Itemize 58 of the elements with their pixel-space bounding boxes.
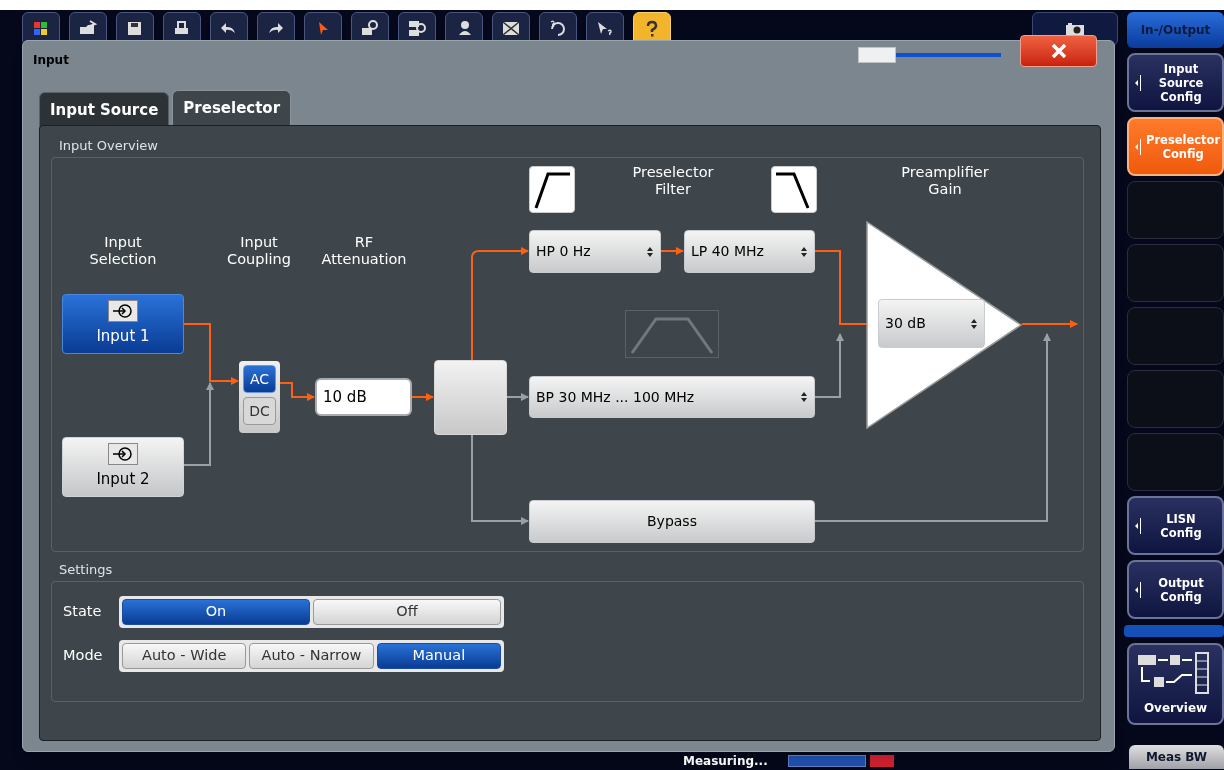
option-button[interactable]: Manual [376, 643, 501, 669]
spinner-arrows-icon [646, 245, 654, 258]
slider-thumb[interactable] [858, 47, 896, 63]
rotate-icon [548, 19, 568, 39]
camera-icon [1065, 22, 1085, 36]
signal-connector [279, 382, 315, 401]
input-port-icon [108, 443, 138, 466]
overview-button[interactable]: Overview [1127, 643, 1224, 725]
option-button[interactable]: Auto - Wide [122, 643, 247, 669]
status-message: Measuring... [683, 753, 768, 770]
menu-title: In-/Output [1127, 12, 1224, 48]
softkey[interactable]: LISN Config [1127, 496, 1224, 555]
gain-dropdown[interactable]: 30 dB [878, 299, 985, 348]
coupling-option[interactable]: DC [243, 397, 276, 425]
bandpass-icon [625, 310, 719, 358]
filter-dropdown[interactable]: BP 30 MHz ... 100 MHz [529, 376, 815, 418]
arrow-icon [1134, 72, 1142, 93]
close-icon [1050, 44, 1067, 58]
close-button[interactable] [1020, 35, 1097, 67]
filter-dropdown[interactable]: LP 40 MHz [684, 230, 815, 273]
input-port-icon [108, 300, 138, 323]
section-label: Input Coupling [226, 234, 292, 268]
section-label: Preamplifier Gain [900, 164, 990, 198]
arrow-icon [1134, 515, 1142, 536]
softkey[interactable]: Output Config [1127, 560, 1224, 619]
status-indicator-icon [870, 755, 894, 767]
sweep-progress-icon [788, 755, 866, 767]
highpass-icon [529, 166, 575, 213]
group-title: Input Overview [59, 138, 159, 154]
softkey[interactable]: Input Source Config [1127, 53, 1224, 112]
arrow-icon [1134, 579, 1142, 600]
arrow-icon [1134, 136, 1142, 157]
option-button[interactable]: Auto - Narrow [249, 643, 374, 669]
spinner-arrows-icon [800, 245, 808, 258]
meas-bw-tab[interactable]: Meas BW [1129, 745, 1224, 769]
group-title: Settings [59, 562, 114, 578]
input-button[interactable]: Input 2 [62, 437, 184, 497]
input-button[interactable]: Input 1 [62, 294, 184, 354]
dialog-title: Input [33, 52, 69, 69]
option-button[interactable]: Off [313, 599, 501, 625]
section-label: Preselector Filter [631, 164, 715, 198]
transparency-slider[interactable] [858, 47, 1001, 63]
option-button[interactable]: On [122, 599, 310, 625]
attenuation-field[interactable]: 10 dB [315, 378, 412, 416]
coupling-option[interactable]: AC [243, 365, 276, 393]
spinner-arrows-icon [800, 391, 808, 403]
bypass-button[interactable]: Bypass [529, 500, 815, 543]
section-label: Input Selection [88, 234, 158, 268]
section-label: RF Attenuation [320, 234, 408, 268]
setting-label: Mode [63, 646, 104, 666]
tab[interactable]: Input Source [39, 92, 170, 128]
spinner-arrows-icon [970, 317, 978, 330]
signal-connector [1021, 320, 1078, 328]
filter-dropdown[interactable]: HP 0 Hz [529, 230, 661, 273]
tab[interactable]: Preselector [172, 90, 292, 126]
setting-label: State [63, 602, 103, 622]
signal-connector [660, 247, 684, 255]
lowpass-icon [771, 166, 817, 213]
